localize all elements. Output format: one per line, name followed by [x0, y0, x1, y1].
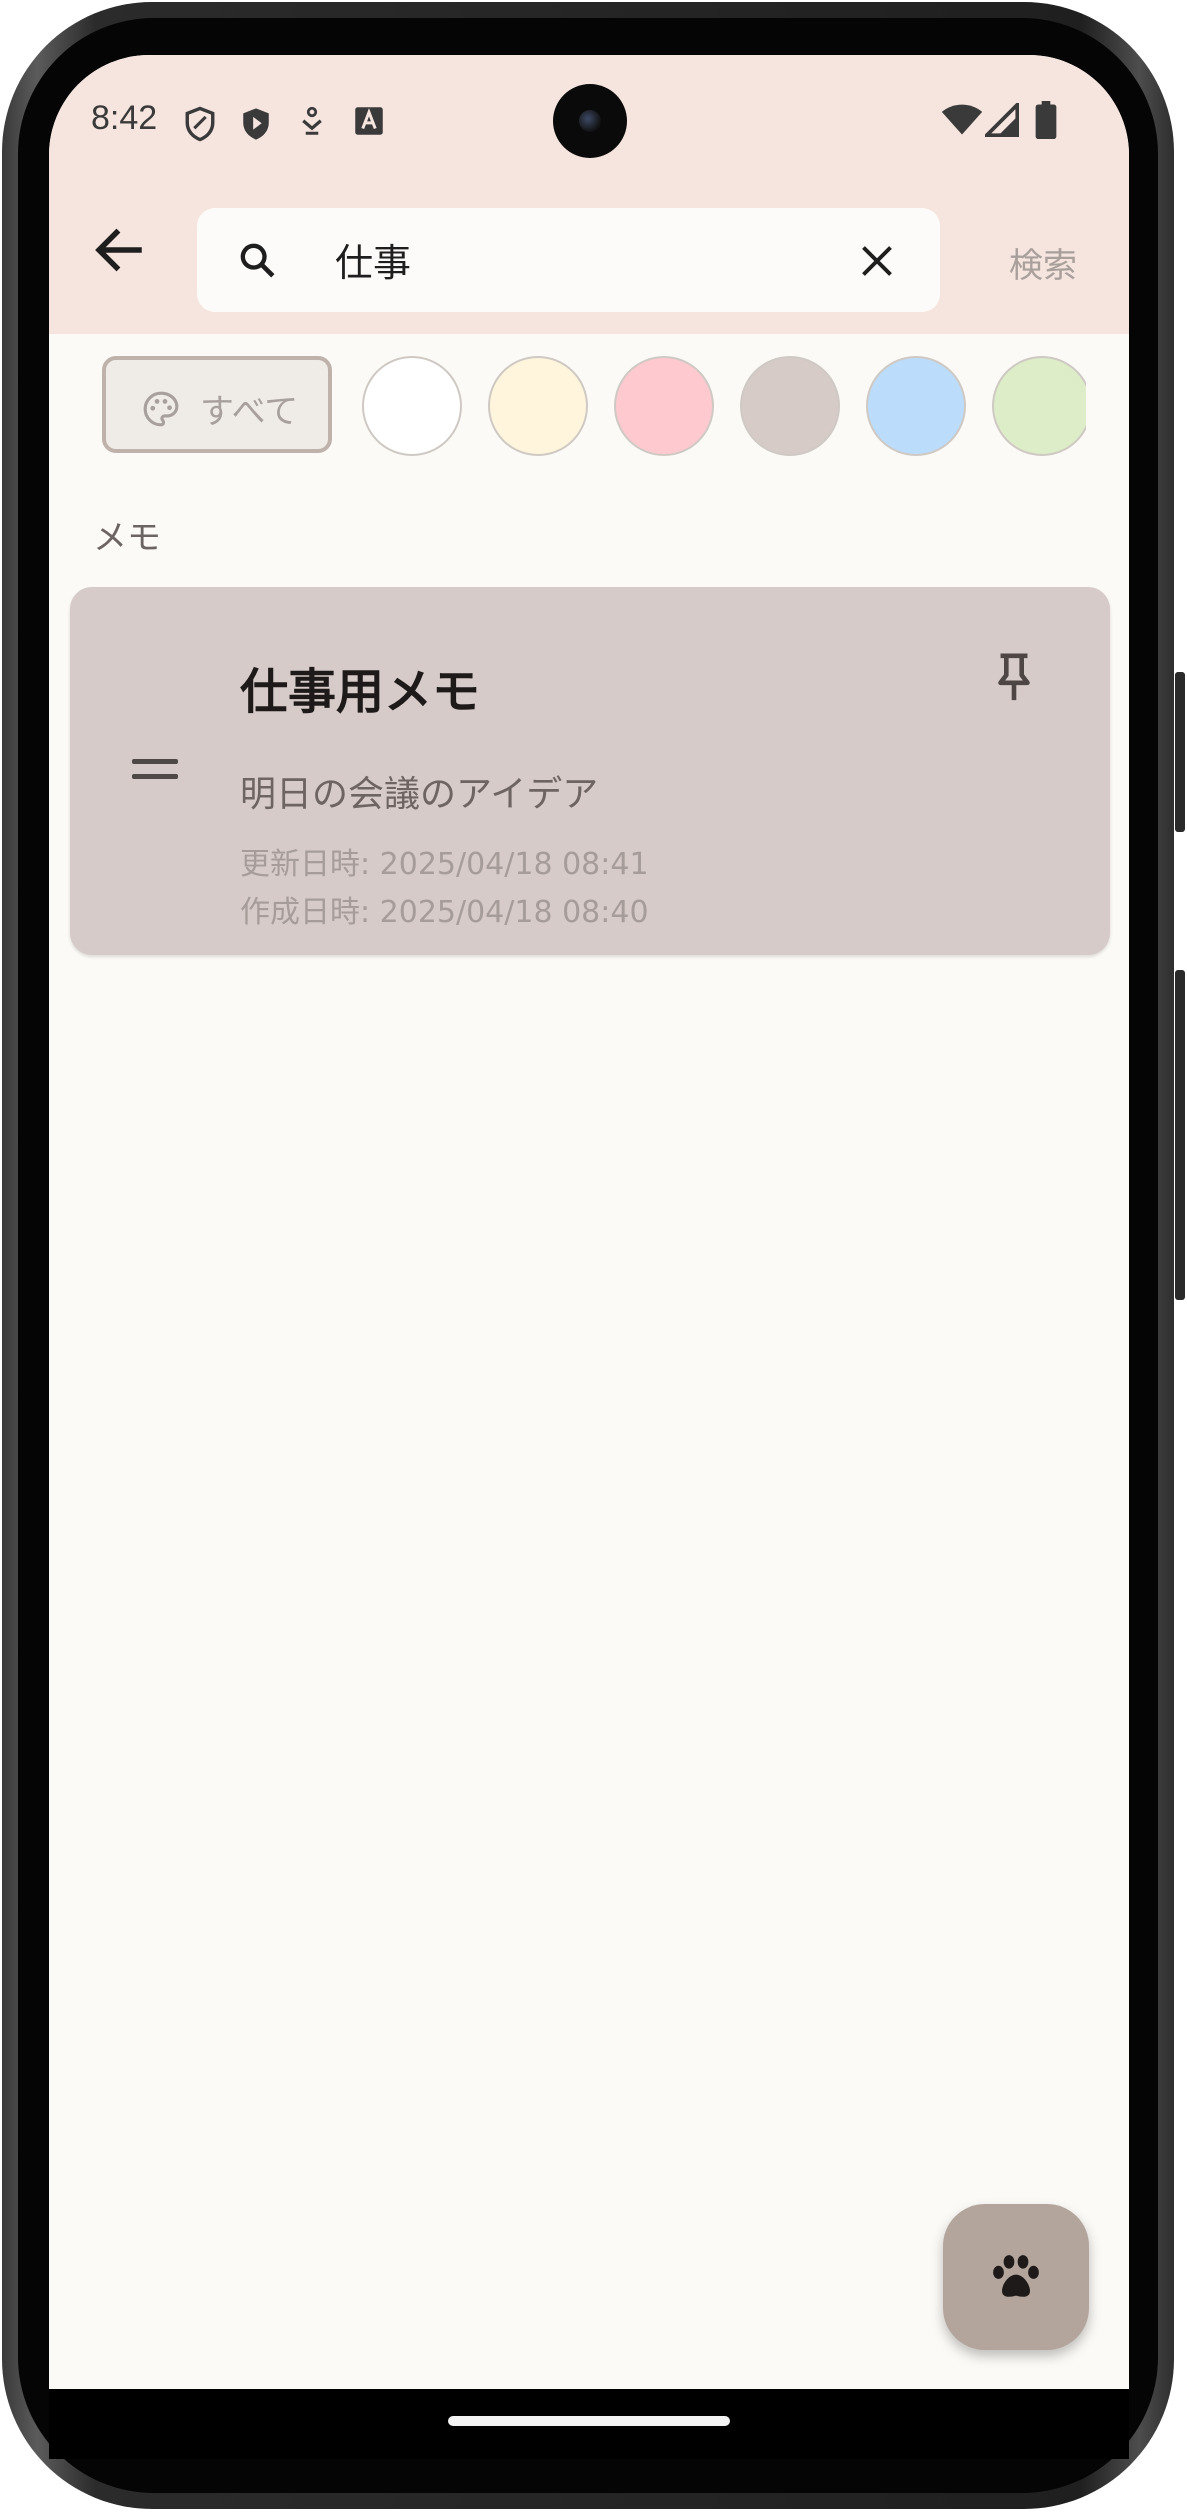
status-time: 8:42 — [91, 99, 158, 137]
power-button — [1175, 672, 1185, 832]
note-card[interactable]: 仕事用メモ 明日の会議のアイデア 更新日時: 2025/04/18 08:41 … — [70, 587, 1110, 955]
front-camera — [553, 84, 627, 158]
text-a-icon — [355, 107, 383, 135]
search-icon — [240, 243, 275, 278]
close-icon[interactable] — [859, 243, 895, 279]
battery-icon — [1035, 101, 1057, 139]
color-filter-blue[interactable] — [866, 356, 966, 456]
shield-play-icon — [243, 108, 269, 140]
search-input-value[interactable]: 仕事 — [335, 232, 411, 287]
add-note-fab[interactable] — [943, 2204, 1089, 2350]
signal-icon — [985, 103, 1019, 137]
color-filter-taupe[interactable] — [740, 356, 840, 456]
color-filter-pink[interactable] — [614, 356, 714, 456]
color-filter-white[interactable] — [362, 356, 462, 456]
color-filter-green[interactable] — [992, 356, 1086, 456]
search-submit-button[interactable]: 検索 — [1009, 238, 1077, 287]
back-arrow-icon[interactable] — [89, 220, 149, 280]
download-person-icon — [302, 106, 322, 135]
pin-icon[interactable] — [994, 652, 1034, 702]
drag-handle-icon[interactable] — [132, 759, 178, 781]
app-screen: 8:42 仕事 検索 すべて メモ 仕事用メモ 明日の会議のアイデア 更新日時:… — [49, 55, 1129, 2389]
note-created-at: 作成日時: 2025/04/18 08:40 — [240, 895, 649, 930]
paw-icon — [993, 2255, 1039, 2297]
color-filter-yellow[interactable] — [488, 356, 588, 456]
color-filter-row — [49, 345, 1086, 475]
wifi-icon — [941, 104, 983, 135]
note-body: 明日の会議のアイデア — [240, 774, 599, 815]
top-app-bar: 8:42 仕事 検索 — [49, 55, 1129, 334]
status-bar: 8:42 — [49, 55, 1129, 185]
note-updated-at: 更新日時: 2025/04/18 08:41 — [240, 847, 649, 882]
section-header-memo: メモ — [93, 518, 161, 558]
shield-outline-icon — [185, 106, 215, 142]
volume-button — [1175, 970, 1185, 1300]
note-title: 仕事用メモ — [240, 664, 481, 720]
search-field[interactable]: 仕事 — [197, 208, 940, 312]
home-indicator[interactable] — [448, 2416, 730, 2426]
